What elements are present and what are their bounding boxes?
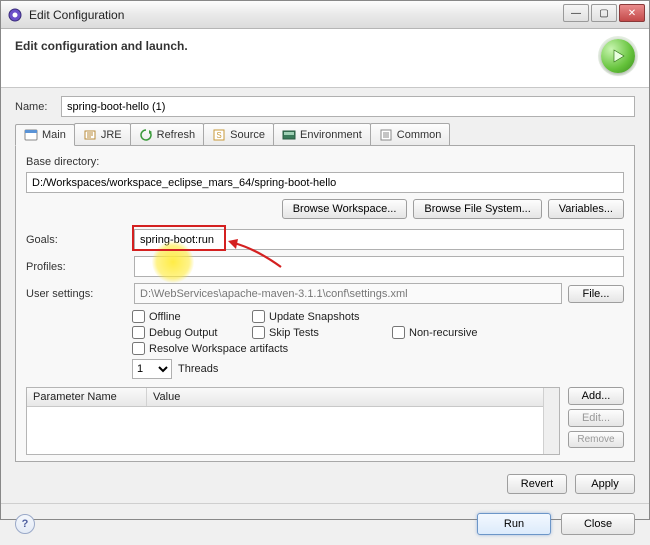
user-settings-input[interactable] bbox=[134, 283, 562, 304]
offline-checkbox[interactable]: Offline bbox=[132, 310, 252, 323]
browse-file-system-button[interactable]: Browse File System... bbox=[413, 199, 541, 219]
tab-label: Main bbox=[42, 129, 66, 141]
tab-label: JRE bbox=[101, 129, 122, 141]
remove-parameter-button: Remove bbox=[568, 431, 624, 448]
edit-parameter-button: Edit... bbox=[568, 409, 624, 427]
parameters-scrollbar[interactable] bbox=[543, 388, 559, 454]
tab-label: Environment bbox=[300, 129, 362, 141]
help-icon[interactable]: ? bbox=[15, 514, 35, 534]
file-button[interactable]: File... bbox=[568, 285, 624, 303]
add-parameter-button[interactable]: Add... bbox=[568, 387, 624, 405]
tab-jre[interactable]: JRE bbox=[74, 123, 131, 145]
resolve-workspace-checkbox[interactable]: Resolve Workspace artifacts bbox=[132, 342, 512, 355]
threads-select[interactable]: 1 bbox=[132, 359, 172, 379]
titlebar: Edit Configuration — ▢ ✕ bbox=[1, 1, 649, 29]
column-parameter-name: Parameter Name bbox=[27, 388, 147, 406]
tab-label: Common bbox=[397, 129, 442, 141]
goals-label: Goals: bbox=[26, 234, 100, 246]
name-input[interactable] bbox=[61, 96, 635, 117]
tab-source[interactable]: S Source bbox=[203, 123, 274, 145]
environment-tab-icon bbox=[282, 128, 296, 142]
base-directory-label: Base directory: bbox=[26, 156, 624, 168]
profiles-input[interactable] bbox=[134, 256, 624, 277]
parameters-table[interactable]: Parameter Name Value bbox=[26, 387, 560, 455]
run-orb-icon bbox=[601, 39, 635, 73]
tab-main[interactable]: Main bbox=[15, 124, 75, 146]
close-window-button[interactable]: ✕ bbox=[619, 4, 645, 22]
common-tab-icon bbox=[379, 128, 393, 142]
non-recursive-checkbox[interactable]: Non-recursive bbox=[392, 326, 512, 339]
tab-environment[interactable]: Environment bbox=[273, 123, 371, 145]
name-label: Name: bbox=[15, 101, 55, 113]
close-button[interactable]: Close bbox=[561, 513, 635, 535]
debug-output-checkbox[interactable]: Debug Output bbox=[132, 326, 252, 339]
tab-common[interactable]: Common bbox=[370, 123, 451, 145]
run-button[interactable]: Run bbox=[477, 513, 551, 535]
parameters-header: Parameter Name Value bbox=[27, 388, 559, 407]
tabs: Main JRE Refresh S Source Environment Co… bbox=[15, 123, 635, 146]
user-settings-label: User settings: bbox=[26, 288, 100, 300]
divider bbox=[1, 503, 649, 504]
dialog-header: Edit configuration and launch. bbox=[1, 29, 649, 88]
skip-tests-checkbox[interactable]: Skip Tests bbox=[252, 326, 392, 339]
tab-refresh[interactable]: Refresh bbox=[130, 123, 205, 145]
svg-text:S: S bbox=[216, 131, 221, 140]
refresh-tab-icon bbox=[139, 128, 153, 142]
threads-label: Threads bbox=[178, 363, 218, 375]
tab-label: Source bbox=[230, 129, 265, 141]
tab-label: Refresh bbox=[157, 129, 196, 141]
profiles-label: Profiles: bbox=[26, 261, 100, 273]
dialog-subtitle: Edit configuration and launch. bbox=[15, 39, 188, 53]
main-tab-icon bbox=[24, 128, 38, 142]
column-value: Value bbox=[147, 388, 559, 406]
window-title: Edit Configuration bbox=[29, 8, 124, 22]
variables-button[interactable]: Variables... bbox=[548, 199, 624, 219]
apply-button[interactable]: Apply bbox=[575, 474, 635, 494]
update-snapshots-checkbox[interactable]: Update Snapshots bbox=[252, 310, 392, 323]
source-tab-icon: S bbox=[212, 128, 226, 142]
browse-workspace-button[interactable]: Browse Workspace... bbox=[282, 199, 408, 219]
goals-input[interactable] bbox=[134, 229, 624, 250]
base-directory-input[interactable] bbox=[26, 172, 624, 193]
jre-tab-icon bbox=[83, 128, 97, 142]
minimize-button[interactable]: — bbox=[563, 4, 589, 22]
app-icon bbox=[7, 7, 23, 23]
maximize-button[interactable]: ▢ bbox=[591, 4, 617, 22]
tab-body-main: Base directory: Browse Workspace... Brow… bbox=[15, 146, 635, 462]
name-row: Name: bbox=[15, 96, 635, 117]
revert-button[interactable]: Revert bbox=[507, 474, 567, 494]
